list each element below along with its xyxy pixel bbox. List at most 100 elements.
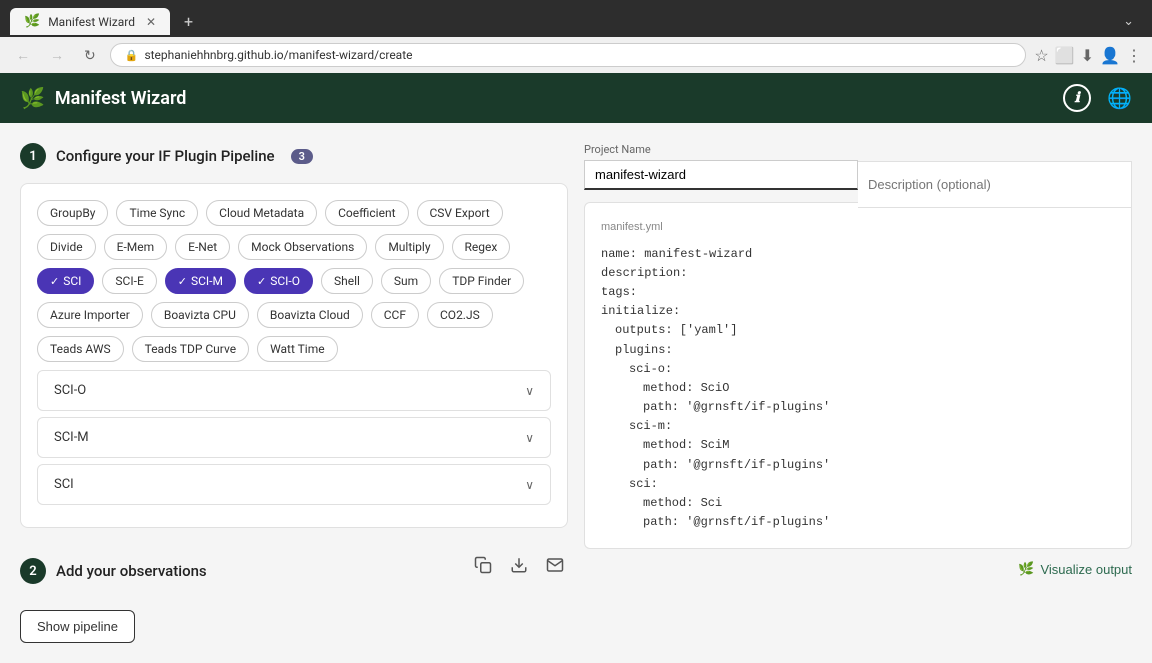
visualize-icon: 🌿: [1018, 561, 1034, 577]
project-name-input[interactable]: [584, 160, 858, 190]
plugin-pill[interactable]: Sum: [381, 268, 431, 294]
plugin-pill[interactable]: Boavizta Cloud: [257, 302, 363, 328]
accordion-header[interactable]: SCI-O ∨: [38, 371, 550, 410]
yaml-panel: manifest.yml name: manifest-wizarddescri…: [584, 202, 1132, 549]
download-icon[interactable]: ⬇: [1081, 46, 1094, 65]
project-name-section: Project Name: [584, 143, 1132, 190]
plugin-pill[interactable]: Mock Observations: [238, 234, 367, 260]
plugin-pill[interactable]: Regex: [452, 234, 511, 260]
yaml-line: method: SciM: [601, 436, 1115, 455]
plugin-pill[interactable]: Divide: [37, 234, 96, 260]
browser-tabs: 🌿 Manifest Wizard ✕ + ⌄: [10, 6, 1142, 37]
browser-toolbar: ← → ↻ 🔒 stephaniehhnbrg.github.io/manife…: [0, 37, 1152, 73]
accordion-item: SCI-O ∨: [37, 370, 551, 411]
download-yaml-button[interactable]: [506, 552, 532, 583]
app-header: 🌿 Manifest Wizard ℹ 🌐: [0, 73, 1152, 123]
new-tab-button[interactable]: +: [174, 6, 203, 37]
accordion-label: SCI-O: [54, 383, 86, 398]
plugin-pill[interactable]: Shell: [321, 268, 373, 294]
yaml-line: path: '@grnsft/if-plugins': [601, 398, 1115, 417]
forward-button[interactable]: →: [44, 45, 70, 65]
step1-header: 1 Configure your IF Plugin Pipeline 3: [20, 143, 568, 169]
accordion-item: SCI-M ∨: [37, 417, 551, 458]
tab-title: Manifest Wizard: [48, 15, 135, 29]
plugin-pill[interactable]: CSV Export: [417, 200, 503, 226]
yaml-line: sci:: [601, 475, 1115, 494]
description-input[interactable]: [858, 161, 1132, 208]
pills-container: GroupBy Time Sync Cloud Metadata Coefficien…: [37, 200, 551, 362]
plugin-pill[interactable]: Coefficient: [325, 200, 408, 226]
address-bar[interactable]: 🔒 stephaniehhnbrg.github.io/manifest-wiz…: [110, 43, 1027, 67]
accordion-header[interactable]: SCI-M ∨: [38, 418, 550, 457]
plugin-pill[interactable]: ✓ SCI-M: [165, 268, 236, 294]
project-name-field: Project Name: [584, 143, 858, 190]
app-title: Manifest Wizard: [55, 88, 187, 109]
plugin-pill[interactable]: Time Sync: [116, 200, 198, 226]
plugin-pill[interactable]: ✓ SCI: [37, 268, 94, 294]
yaml-line: sci-m:: [601, 417, 1115, 436]
right-panel: Project Name manifest.yml name: manifest…: [584, 143, 1132, 643]
yaml-line: plugins:: [601, 341, 1115, 360]
globe-icon[interactable]: 🌐: [1107, 86, 1132, 110]
check-icon: ✓: [178, 275, 187, 288]
plugin-pill[interactable]: TDP Finder: [439, 268, 524, 294]
active-tab[interactable]: 🌿 Manifest Wizard ✕: [10, 8, 170, 35]
bottom-area: 2 Add your observations: [20, 542, 568, 592]
plugin-area: GroupBy Time Sync Cloud Metadata Coefficien…: [20, 183, 568, 528]
yaml-line: path: '@grnsft/if-plugins': [601, 513, 1115, 532]
step2-actions: [470, 552, 568, 583]
plugin-pill[interactable]: CO2.JS: [427, 302, 493, 328]
app-logo: 🌿 Manifest Wizard: [20, 86, 186, 110]
url-text: stephaniehhnbrg.github.io/manifest-wizar…: [144, 48, 412, 62]
yaml-label: manifest.yml: [601, 219, 1115, 237]
tab-close-button[interactable]: ✕: [146, 15, 156, 29]
plugin-pill[interactable]: Azure Importer: [37, 302, 143, 328]
plugin-pill[interactable]: Multiply: [375, 234, 443, 260]
browser-actions: ☆ ⬜ ⬇ 👤 ⋮: [1034, 46, 1142, 65]
chevron-down-icon: ∨: [525, 431, 534, 445]
plugin-pill[interactable]: Teads AWS: [37, 336, 124, 362]
show-pipeline-area: Show pipeline: [20, 602, 568, 643]
profile-icon[interactable]: 👤: [1100, 46, 1120, 65]
refresh-button[interactable]: ↻: [78, 45, 102, 66]
back-button[interactable]: ←: [10, 45, 36, 65]
step2-title: Add your observations: [56, 562, 207, 580]
plugin-pill[interactable]: SCI-E: [102, 268, 156, 294]
step1-badge: 3: [291, 149, 313, 164]
copy-button[interactable]: [470, 552, 496, 583]
yaml-line: name: manifest-wizard: [601, 245, 1115, 264]
project-name-label: Project Name: [584, 143, 858, 156]
plugin-pill[interactable]: Watt Time: [257, 336, 338, 362]
visualize-label: Visualize output: [1040, 562, 1132, 577]
security-icon: 🔒: [125, 49, 139, 62]
yaml-line: path: '@grnsft/if-plugins': [601, 456, 1115, 475]
plugin-pill[interactable]: ✓ SCI-O: [244, 268, 313, 294]
yaml-line: sci-o:: [601, 360, 1115, 379]
visualize-output-button[interactable]: 🌿 Visualize output: [1018, 561, 1132, 577]
accordion-header[interactable]: SCI ∨: [38, 465, 550, 504]
chevron-down-icon: ∨: [525, 384, 534, 398]
plugin-pill[interactable]: Teads TDP Curve: [132, 336, 249, 362]
plugin-pill[interactable]: CCF: [371, 302, 419, 328]
plugin-pill[interactable]: E-Net: [175, 234, 230, 260]
menu-icon[interactable]: ⋮: [1126, 46, 1142, 65]
email-button[interactable]: [542, 552, 568, 583]
info-icon[interactable]: ℹ: [1063, 84, 1091, 112]
plugin-pill[interactable]: GroupBy: [37, 200, 108, 226]
visualize-area: 🌿 Visualize output: [584, 561, 1132, 577]
tab-list-button[interactable]: ⌄: [1115, 10, 1142, 33]
logo-icon: 🌿: [20, 86, 45, 110]
step1-title: Configure your IF Plugin Pipeline: [56, 147, 275, 165]
yaml-line: tags:: [601, 283, 1115, 302]
plugin-pill[interactable]: Cloud Metadata: [206, 200, 317, 226]
browser-chrome: 🌿 Manifest Wizard ✕ + ⌄: [0, 0, 1152, 37]
plugin-pill[interactable]: E-Mem: [104, 234, 168, 260]
tab-snapshot-icon[interactable]: ⬜: [1055, 46, 1075, 65]
accordion-label: SCI-M: [54, 430, 89, 445]
check-icon: ✓: [50, 275, 59, 288]
star-icon[interactable]: ☆: [1034, 46, 1048, 65]
accordion-label: SCI: [54, 477, 74, 492]
show-pipeline-button[interactable]: Show pipeline: [20, 610, 135, 643]
step2-header: 2 Add your observations: [20, 558, 207, 584]
plugin-pill[interactable]: Boavizta CPU: [151, 302, 249, 328]
